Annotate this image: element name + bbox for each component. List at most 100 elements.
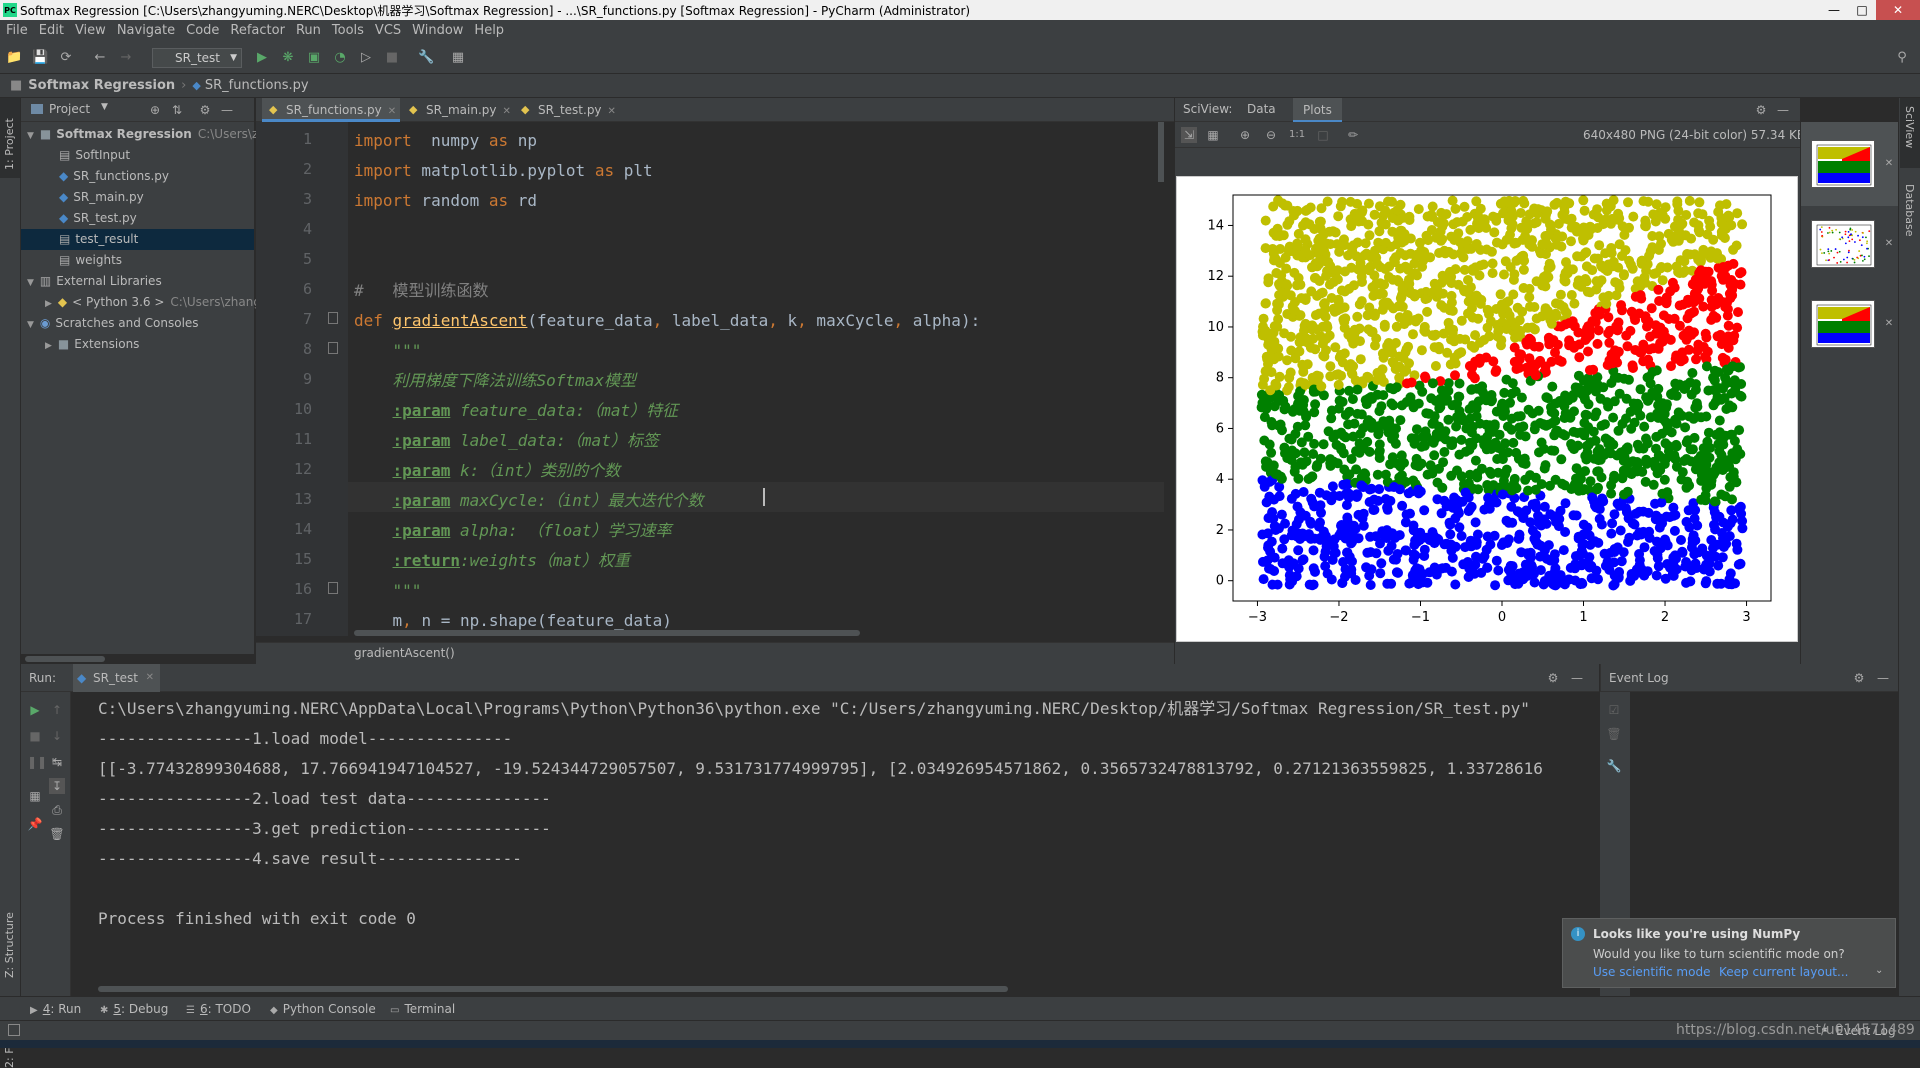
close-icon[interactable]: ✕ — [1881, 236, 1897, 252]
expand-arrow-icon[interactable]: ▼ — [27, 320, 34, 330]
close-button[interactable]: ✕ — [1876, 0, 1920, 20]
editor-vertical-scrollbar[interactable] — [1158, 122, 1164, 182]
menu-item-refactor[interactable]: Refactor — [230, 20, 285, 42]
console-output[interactable]: C:\Users\zhangyuming.NERC\AppData\Local\… — [72, 692, 1596, 992]
collapse-icon[interactable]: ⇅ — [169, 102, 185, 118]
tree-item[interactable]: ▤ weights — [21, 250, 254, 271]
zoom-in-icon[interactable]: ⊕ — [1237, 127, 1253, 143]
save-icon[interactable]: 💾 — [32, 50, 48, 66]
tree-item[interactable]: ▼ ■ Softmax Regression C:\Users\zh — [21, 124, 266, 145]
tree-item[interactable]: ▤ test_result — [21, 229, 254, 250]
toggle-tool-windows-icon[interactable] — [8, 1024, 20, 1036]
zoom-out-icon[interactable]: ⊖ — [1263, 127, 1279, 143]
color-picker-icon[interactable]: ✏ — [1345, 127, 1361, 143]
tree-item[interactable]: ▼ ▥ External Libraries — [21, 271, 254, 292]
target-icon[interactable]: ⊕ — [147, 102, 163, 118]
menu-item-edit[interactable]: Edit — [39, 20, 64, 42]
back-arrow-icon[interactable]: ← — [92, 50, 108, 66]
hide-icon[interactable]: — — [219, 102, 235, 118]
wrench-icon[interactable]: 🔧 — [418, 50, 434, 66]
plot-thumbnail-2[interactable] — [1811, 220, 1875, 268]
trash-icon[interactable]: 🗑 — [1606, 726, 1622, 742]
trash-icon[interactable]: 🗑 — [49, 826, 65, 842]
close-icon[interactable]: ✕ — [1881, 316, 1897, 332]
close-icon[interactable]: ✕ — [608, 106, 616, 117]
expand-arrow-icon[interactable]: ▶ — [45, 299, 52, 309]
gear-icon[interactable]: ⚙ — [1753, 102, 1769, 118]
pin-icon[interactable]: 📌 — [27, 816, 43, 832]
menu-item-view[interactable]: View — [75, 20, 106, 42]
stop-icon[interactable]: ■ — [27, 728, 43, 744]
menu-item-file[interactable]: File — [6, 20, 28, 42]
plot-thumbnail-3[interactable] — [1811, 300, 1875, 348]
project-panel-title[interactable]: Project — [49, 102, 90, 116]
bottom-tab[interactable]: ▶ 4: Run — [30, 997, 81, 1021]
menu-item-navigate[interactable]: Navigate — [117, 20, 175, 42]
open-folder-icon[interactable]: 📁 — [6, 50, 22, 66]
chevron-down-icon[interactable]: ▼ — [101, 102, 108, 112]
gear-icon[interactable]: ⚙ — [197, 102, 213, 118]
project-tool-tab[interactable]: 1: Project — [3, 118, 16, 170]
gear-icon[interactable]: ⚙ — [1545, 670, 1561, 686]
pause-icon[interactable]: ❚❚ — [27, 754, 47, 770]
sciview-tool-tab[interactable]: SciView — [1903, 106, 1916, 148]
tree-item[interactable]: ▶ ◆ < Python 3.6 > C:\Users\zhang — [21, 292, 261, 313]
hide-icon[interactable]: — — [1569, 670, 1585, 686]
menu-item-help[interactable]: Help — [474, 20, 504, 42]
structure-tool-tab[interactable]: Z: Structure — [3, 912, 16, 978]
run-coverage-icon[interactable]: ▣ — [306, 50, 322, 66]
plot-thumbnail-1[interactable] — [1811, 140, 1875, 188]
console-horizontal-scrollbar[interactable] — [98, 986, 1008, 992]
project-structure-icon[interactable]: ▦ — [450, 50, 466, 66]
tree-item[interactable]: ◆ SR_test.py — [21, 208, 254, 229]
grid-icon[interactable]: ▦ — [1205, 127, 1221, 143]
project-scrollbar[interactable] — [25, 656, 105, 662]
layout-icon[interactable]: ▦ — [27, 788, 43, 804]
keep-current-layout-link[interactable]: Keep current layout... — [1719, 965, 1848, 979]
tree-item[interactable]: ▶ ■ Extensions — [21, 334, 254, 355]
chevron-down-icon[interactable]: ⌄ — [1875, 965, 1883, 976]
search-icon[interactable]: ⚲ — [1894, 50, 1910, 66]
tree-item[interactable]: ◆ SR_main.py — [21, 187, 254, 208]
profile-icon[interactable]: ◔ — [332, 50, 348, 66]
stop-icon[interactable]: ■ — [384, 50, 400, 66]
editor-tab[interactable]: ◆ SR_main.py ✕ — [402, 98, 512, 122]
expand-arrow-icon[interactable]: ▶ — [45, 341, 52, 351]
close-icon[interactable]: ✕ — [388, 106, 396, 117]
run-icon[interactable]: ▶ — [254, 50, 270, 66]
wrench-icon[interactable]: 🔧 — [1606, 758, 1622, 774]
database-tool-tab[interactable]: Database — [1903, 184, 1916, 237]
fold-marker-icon[interactable] — [328, 342, 338, 354]
close-icon[interactable]: ✕ — [1881, 156, 1897, 172]
sciview-tab-data[interactable]: Data — [1247, 102, 1276, 116]
concurrency-icon[interactable]: ▷ — [358, 50, 374, 66]
hide-icon[interactable]: — — [1775, 102, 1791, 118]
bottom-tab[interactable]: ▭ Terminal — [390, 997, 455, 1021]
code-editor[interactable]: import numpy as np import matplotlib.pypl… — [348, 122, 1164, 636]
expand-arrow-icon[interactable]: ▼ — [27, 278, 34, 288]
down-arrow-icon[interactable]: ↓ — [49, 728, 65, 744]
expand-arrow-icon[interactable]: ▼ — [27, 131, 34, 141]
sciview-tab-plots[interactable]: Plots — [1293, 98, 1342, 122]
fit-zoom-icon[interactable]: □ — [1315, 127, 1331, 143]
fold-marker-icon[interactable] — [328, 312, 338, 324]
current-function-label[interactable]: gradientAscent() — [354, 646, 455, 660]
editor-tab[interactable]: ◆ SR_test.py ✕ — [514, 98, 618, 122]
bottom-tab[interactable]: ✱ 5: Debug — [100, 997, 168, 1021]
debug-icon[interactable]: ❋ — [280, 50, 296, 66]
use-scientific-mode-link[interactable]: Use scientific mode — [1593, 965, 1710, 979]
menu-item-window[interactable]: Window — [412, 20, 463, 42]
breadcrumb-project[interactable]: Softmax Regression — [28, 74, 175, 98]
print-icon[interactable]: ⎙ — [49, 802, 65, 818]
forward-arrow-icon[interactable]: → — [118, 50, 134, 66]
bottom-tab[interactable]: ◆ Python Console — [270, 997, 376, 1021]
up-arrow-icon[interactable]: ↑ — [49, 702, 65, 718]
menu-item-vcs[interactable]: VCS — [375, 20, 401, 42]
actual-size-button[interactable]: 1:1 — [1289, 127, 1305, 143]
hide-icon[interactable]: — — [1875, 670, 1891, 686]
breadcrumb-file[interactable]: SR_functions.py — [205, 74, 309, 98]
scroll-to-end-icon[interactable]: ↧ — [49, 778, 65, 794]
run-tab[interactable]: ◆ SR_test ✕ — [73, 664, 160, 692]
fit-to-window-icon[interactable]: ⇲ — [1181, 127, 1197, 143]
tree-item[interactable]: ◆ SR_functions.py — [21, 166, 254, 187]
